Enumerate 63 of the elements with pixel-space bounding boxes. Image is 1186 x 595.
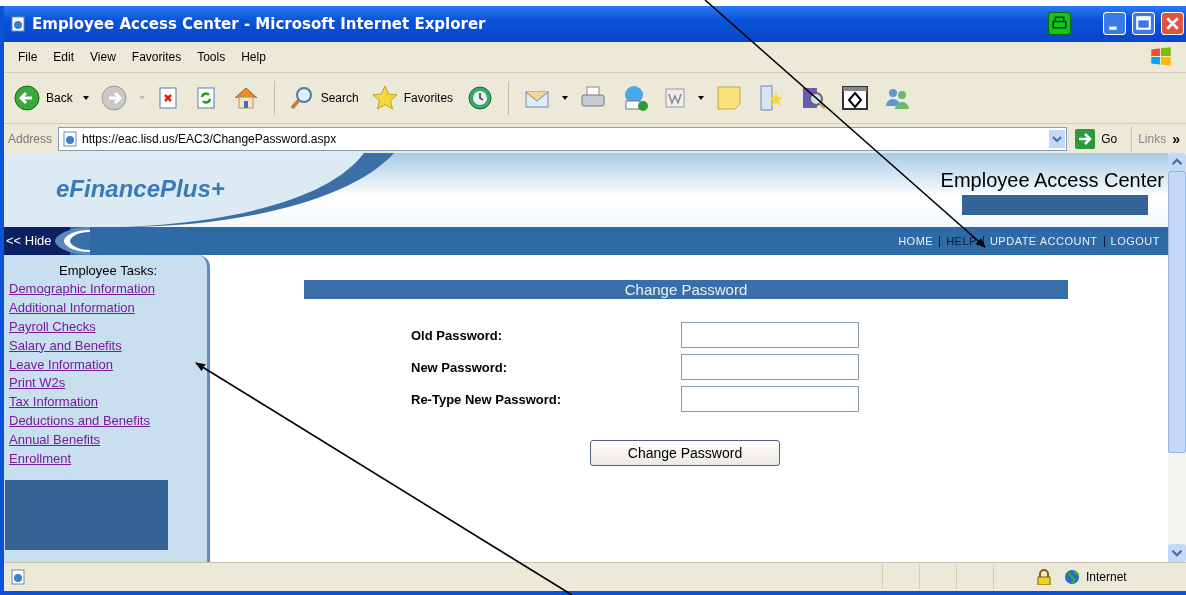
sidebar-link[interactable]: Annual Benefits: [9, 430, 207, 450]
address-label: Address: [8, 131, 53, 146]
window-icon[interactable]: [841, 83, 870, 112]
page-icon: [10, 569, 26, 586]
form-title: Change Password: [304, 280, 1068, 300]
logo: eFinancePlus+: [56, 175, 225, 204]
nav-link[interactable]: HOME: [898, 235, 934, 248]
menu-item[interactable]: Favorites: [123, 49, 190, 64]
scrollbar[interactable]: [1168, 153, 1186, 563]
menu-item[interactable]: Help: [233, 49, 274, 64]
caret-icon[interactable]: [697, 93, 706, 102]
document-icon[interactable]: [663, 85, 688, 110]
minimize-button[interactable]: [1103, 12, 1126, 36]
field-label: Re-Type New Password:: [411, 392, 563, 407]
header-title: Employee Access Center: [940, 169, 1164, 193]
dropdown-button[interactable]: [1049, 129, 1066, 148]
scroll-down-button[interactable]: [1168, 544, 1186, 563]
sidebar-link[interactable]: Print W2s: [9, 374, 207, 394]
menu-item[interactable]: File: [10, 49, 46, 64]
menu-item[interactable]: Edit: [45, 49, 83, 64]
url-text: https://eac.lisd.us/EAC3/ChangePassword.aspx: [82, 131, 337, 146]
page-icon: [62, 130, 79, 147]
sidebar-link[interactable]: Enrollment: [9, 449, 207, 469]
sidebar-link[interactable]: Demographic Information: [9, 280, 207, 300]
field-label: Old Password:: [411, 328, 504, 343]
forward-button[interactable]: [99, 83, 128, 112]
back-button[interactable]: Back: [10, 80, 76, 115]
star-icon: [370, 83, 399, 112]
field-label: New Password:: [411, 360, 509, 375]
globe-icon: [1064, 569, 1080, 586]
menu-item[interactable]: View: [82, 49, 124, 64]
printer-icon[interactable]: [1048, 12, 1071, 36]
sidebar-heading: Employee Tasks:: [59, 263, 157, 279]
star-page-icon[interactable]: [757, 83, 786, 112]
caret-icon[interactable]: [81, 93, 90, 102]
zone-label: Internet: [1086, 570, 1128, 585]
scroll-thumb[interactable]: [1168, 171, 1186, 454]
go-button[interactable]: Go: [1073, 125, 1133, 152]
sidebar-link[interactable]: Leave Information: [9, 355, 207, 375]
address-field[interactable]: https://eac.lisd.us/EAC3/ChangePassword.aspx: [58, 126, 1068, 151]
caret-icon[interactable]: [561, 93, 570, 102]
sidebar-link[interactable]: Deductions and Benefits: [9, 412, 207, 431]
nav-link[interactable]: UPDATE ACCOUNT: [989, 235, 1098, 248]
favorites-button[interactable]: Favorites: [367, 80, 457, 115]
change-password-button[interactable]: Change Password: [590, 440, 780, 467]
password-field[interactable]: [681, 354, 859, 381]
chevron-button[interactable]: »: [1172, 130, 1182, 147]
password-field[interactable]: [681, 386, 859, 413]
sidebar-link[interactable]: Additional Information: [9, 299, 207, 319]
search-button[interactable]: Search: [284, 80, 362, 115]
sidebar-link[interactable]: Salary and Benefits: [9, 336, 207, 356]
scroll-up-button[interactable]: [1168, 153, 1186, 172]
menu-item[interactable]: Tools: [189, 49, 234, 64]
nav-link[interactable]: LOGOUT: [1110, 235, 1160, 248]
sidebar-link[interactable]: Payroll Checks: [9, 318, 207, 337]
lock-icon: [1036, 569, 1052, 586]
maximize-button[interactable]: [1132, 12, 1155, 36]
password-field[interactable]: [681, 322, 859, 349]
window-title: Employee Access Center - Microsoft Internet Explorer: [32, 14, 486, 33]
page-icon: [10, 15, 26, 32]
history-icon[interactable]: [466, 83, 495, 112]
sidebar-link[interactable]: Tax Information: [9, 393, 207, 413]
close-button[interactable]: [1161, 12, 1184, 36]
